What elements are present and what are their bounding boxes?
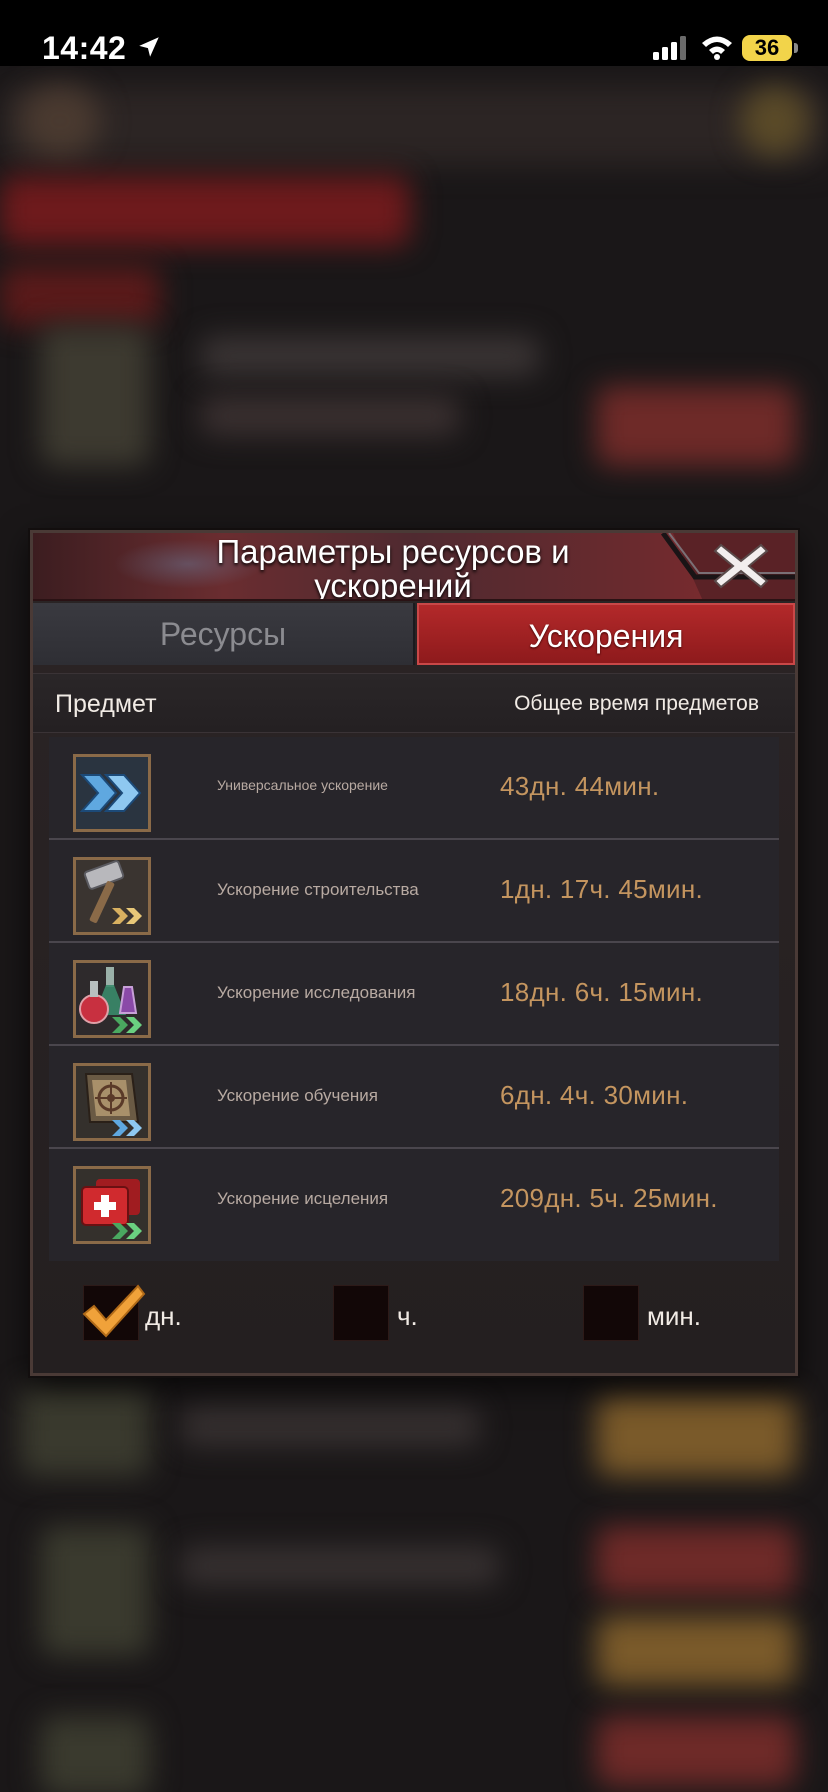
tab-resources[interactable]: Ресурсы [33,603,415,665]
item-name: Ускорение исследования [217,983,416,1002]
status-bar: 14:42 36 [0,0,828,66]
tab-boosts[interactable]: Ускорения [417,603,795,665]
item-name: Ускорение исцеления [217,1189,389,1208]
wifi-icon [702,36,732,60]
dialog-title: Параметры ресурсов и ускорений [216,533,570,601]
battery-icon: 36 [742,35,792,61]
boosts-list: Универсальное ускорение 43дн. 44мин. Уск… [49,737,779,1261]
location-arrow-icon [139,37,159,57]
checkmark-icon [82,1284,146,1338]
construction-speedup-icon [73,857,151,935]
hours-label: ч. [397,1301,418,1331]
days-label: дн. [145,1301,182,1331]
list-item: Универсальное ускорение 43дн. 44мин. [49,737,779,840]
time-unit-selector: дн. ч. мин. [33,1273,795,1353]
minutes-label: мин. [647,1301,701,1331]
research-speedup-icon [73,960,151,1038]
signal-icon [653,36,686,60]
table-header: Предмет Общее время предметов [33,673,795,733]
list-item: Ускорение строительства 1дн. 17ч. 45мин. [49,840,779,943]
battery-tip [794,43,798,53]
universal-speedup-icon [73,754,151,832]
item-total-time: 18дн. 6ч. 15мин. [500,977,704,1007]
days-checkbox[interactable] [82,1284,146,1341]
resources-boosts-dialog: Параметры ресурсов и ускорений Ресурсы У… [30,530,798,1376]
list-item: Ускорение обучения 6дн. 4ч. 30мин. [49,1046,779,1149]
training-speedup-icon [73,1063,151,1141]
tab-bar: Ресурсы Ускорения [33,603,795,665]
item-total-time: 6дн. 4ч. 30мин. [500,1080,689,1110]
item-total-time: 209дн. 5ч. 25мин. [500,1183,718,1213]
healing-speedup-icon [73,1166,151,1244]
item-total-time: 1дн. 17ч. 45мин. [500,874,704,904]
close-button[interactable] [709,539,773,593]
item-name: Ускорение обучения [217,1086,378,1105]
dialog-header: Параметры ресурсов и ускорений [33,533,795,601]
column-header-total-time: Общее время предметов [514,692,759,715]
list-item: Ускорение исследования 18дн. 6ч. 15мин. [49,943,779,1046]
close-icon [713,543,769,589]
list-item: Ускорение исцеления 209дн. 5ч. 25мин. [49,1149,779,1252]
hours-checkbox[interactable] [333,1285,389,1341]
item-name: Ускорение строительства [217,880,419,899]
column-header-item: Предмет [55,690,157,718]
item-name: Универсальное ускорение [217,777,388,793]
item-total-time: 43дн. 44мин. [500,771,660,801]
status-time: 14:42 [42,30,127,66]
minutes-checkbox[interactable] [583,1285,639,1341]
